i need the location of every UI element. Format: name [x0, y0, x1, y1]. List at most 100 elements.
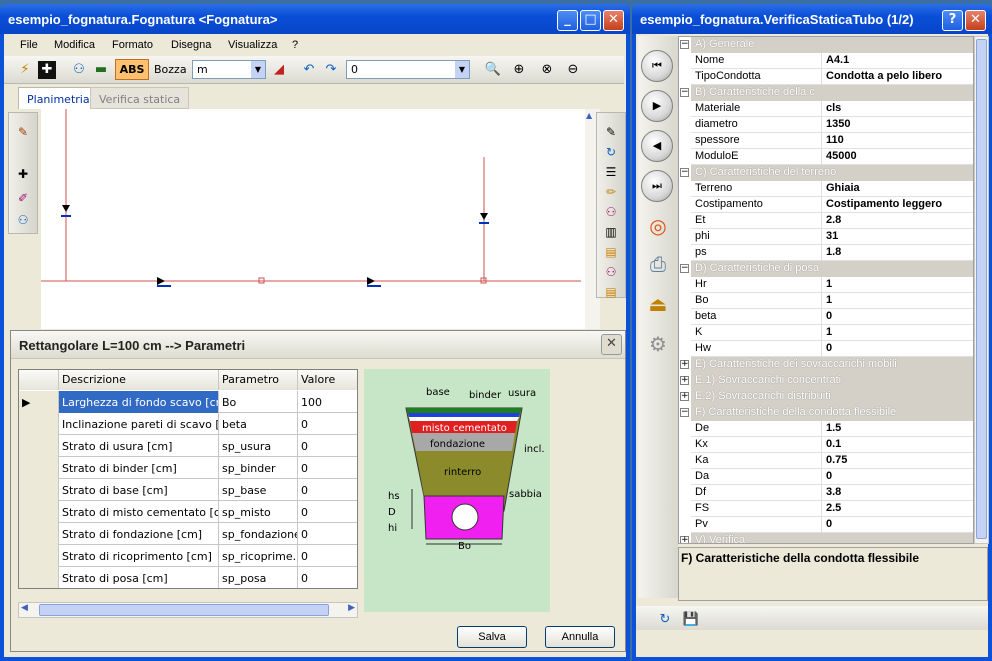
property-value[interactable]: 1350 [822, 117, 973, 133]
property-row[interactable]: Et 2.8 [679, 213, 973, 229]
chevron-down-icon[interactable]: ▼ [455, 61, 469, 78]
property-row[interactable]: diametro 1350 [679, 117, 973, 133]
pen-icon[interactable]: ✐ [13, 189, 33, 207]
property-category[interactable]: + E.2) Sovraccarichi distribuiti [679, 389, 973, 405]
property-value[interactable]: 3.8 [822, 485, 973, 501]
property-category[interactable]: − D) Caratteristiche di posa [679, 261, 973, 277]
property-category[interactable]: + E) Caratteristiche dei sovraccarichi mo… [679, 357, 973, 373]
property-row[interactable]: Hr 1 [679, 277, 973, 293]
settings-gear-icon[interactable]: ⚙ [642, 328, 674, 360]
minimize-button[interactable]: _ [557, 10, 578, 31]
select-icon[interactable]: ✎ [13, 123, 33, 141]
cancel-button[interactable]: Annulla [545, 626, 615, 648]
grid-horizontal-scrollbar[interactable]: ◀ ▶ [18, 602, 358, 618]
box-icon[interactable]: ▤ [601, 283, 621, 301]
property-row[interactable]: Da 0 [679, 469, 973, 485]
draw-line-icon[interactable]: ◢ [270, 61, 288, 79]
profile-icon[interactable]: ▥ [601, 223, 621, 241]
row-selector-arrow-icon[interactable]: ▶ [19, 391, 59, 413]
table-row[interactable]: Strato di usura [cm] sp_usura 0 [19, 435, 357, 457]
property-value[interactable]: cls [822, 101, 973, 117]
property-value[interactable]: Ghiaia [822, 181, 973, 197]
property-value[interactable]: 0 [822, 469, 973, 485]
drawing-canvas[interactable] [41, 109, 585, 329]
box-icon[interactable]: ▤ [601, 243, 621, 261]
menu-help[interactable]: ? [292, 39, 298, 51]
column-header-valore[interactable]: Valore [298, 370, 357, 390]
collapse-icon[interactable]: − [680, 40, 689, 49]
table-row[interactable]: ▶ Larghezza di fondo scavo [cm] Bo 100 [19, 391, 357, 413]
property-row[interactable]: Nome A4.1 [679, 53, 973, 69]
property-category[interactable]: + E.1) Sovraccarichi concentrati [679, 373, 973, 389]
chevron-down-icon[interactable]: ▼ [251, 61, 265, 78]
table-row[interactable]: Strato di base [cm] sp_base 0 [19, 479, 357, 501]
property-value[interactable]: 1.8 [822, 245, 973, 261]
property-row[interactable]: Df 3.8 [679, 485, 973, 501]
table-row[interactable]: Strato di ricoprimento [cm] sp_ricoprime… [19, 545, 357, 567]
property-row[interactable]: ps 1.8 [679, 245, 973, 261]
close-button[interactable]: ✕ [603, 10, 624, 31]
refresh-icon[interactable]: ↻ [601, 143, 621, 161]
table-row[interactable]: Strato di binder [cm] sp_binder 0 [19, 457, 357, 479]
abs-toggle-button[interactable]: ABS [115, 59, 149, 80]
expand-icon[interactable]: + [680, 392, 689, 401]
next-record-icon[interactable]: ▶ [641, 90, 673, 122]
property-row[interactable]: De 1.5 [679, 421, 973, 437]
property-row[interactable]: TipoCondotta Condotta a pelo libero [679, 69, 973, 85]
first-record-icon[interactable]: ⏮ [641, 50, 673, 82]
undo-icon[interactable]: ↶ [300, 61, 318, 79]
property-row[interactable]: ModuloE 45000 [679, 149, 973, 165]
property-value[interactable]: 1 [822, 325, 973, 341]
property-category[interactable]: − F) Caratteristiche della condotta fless… [679, 405, 973, 421]
zoom-all-icon[interactable]: ⊕ [510, 61, 528, 79]
property-value[interactable]: 0.1 [822, 437, 973, 453]
main-window-titlebar[interactable]: esempio_fognatura.Fognatura <Fognatura> [0, 4, 630, 34]
property-row[interactable]: Kx 0.1 [679, 437, 973, 453]
property-value[interactable]: 0.75 [822, 453, 973, 469]
property-value[interactable]: 2.8 [822, 213, 973, 229]
property-value[interactable]: Condotta a pelo libero [822, 69, 973, 85]
refresh-icon[interactable]: ↻ [656, 611, 674, 629]
property-row[interactable]: Pv 0 [679, 517, 973, 533]
property-row[interactable]: Materiale cls [679, 101, 973, 117]
property-value[interactable]: 1.5 [822, 421, 973, 437]
link-icon[interactable]: ⚇ [601, 203, 621, 221]
menu-formato[interactable]: Formato [112, 39, 153, 51]
chevron-left-icon[interactable]: ◀ [21, 603, 28, 613]
exit-icon[interactable]: ⏏ [642, 288, 674, 320]
tab-planimetria[interactable]: Planimetria [18, 87, 99, 109]
select-icon[interactable]: ✎ [601, 123, 621, 141]
tab-verifica-statica[interactable]: Verifica statica [90, 87, 190, 109]
list-icon[interactable]: ☰ [601, 163, 621, 181]
pencil-icon[interactable]: ✏ [601, 183, 621, 201]
property-row[interactable]: Hw 0 [679, 341, 973, 357]
zoom-window-icon[interactable]: 🔍 [484, 61, 502, 79]
column-header-parametro[interactable]: Parametro [219, 370, 298, 390]
zoom-pan-icon[interactable]: ⊗ [538, 61, 556, 79]
unit-select[interactable]: m ▼ [192, 60, 266, 79]
save-disk-icon[interactable]: 💾 [682, 611, 700, 629]
branch-icon[interactable]: ⚇ [13, 211, 33, 229]
expand-icon[interactable]: + [680, 376, 689, 385]
property-row[interactable]: spessore 110 [679, 133, 973, 149]
last-record-icon[interactable]: ⏭ [641, 170, 673, 202]
property-value[interactable]: 0 [822, 309, 973, 325]
expand-icon[interactable]: + [680, 360, 689, 369]
property-row[interactable]: beta 0 [679, 309, 973, 325]
table-row[interactable]: Strato di fondazione [cm] sp_fondazione … [19, 523, 357, 545]
menu-disegna[interactable]: Disegna [171, 39, 211, 51]
scrollbar-thumb[interactable] [976, 39, 987, 539]
property-category[interactable]: − A) Generale [679, 37, 973, 53]
property-category[interactable]: − C) Caratteristiche del terreno [679, 165, 973, 181]
property-value[interactable]: A4.1 [822, 53, 973, 69]
node-insert-icon[interactable]: ✚ [13, 165, 33, 183]
snap-icon[interactable]: ✚ [38, 61, 56, 79]
chevron-right-icon[interactable]: ▶ [348, 603, 355, 613]
property-value[interactable]: 1 [822, 293, 973, 309]
table-row[interactable]: Strato di posa [cm] sp_posa 0 [19, 567, 357, 588]
maximize-button[interactable]: □ [580, 10, 601, 31]
redo-icon[interactable]: ↷ [322, 61, 340, 79]
property-value[interactable]: 0 [822, 517, 973, 533]
chevron-up-icon[interactable]: ▲ [586, 111, 592, 120]
property-value[interactable]: 0 [822, 341, 973, 357]
